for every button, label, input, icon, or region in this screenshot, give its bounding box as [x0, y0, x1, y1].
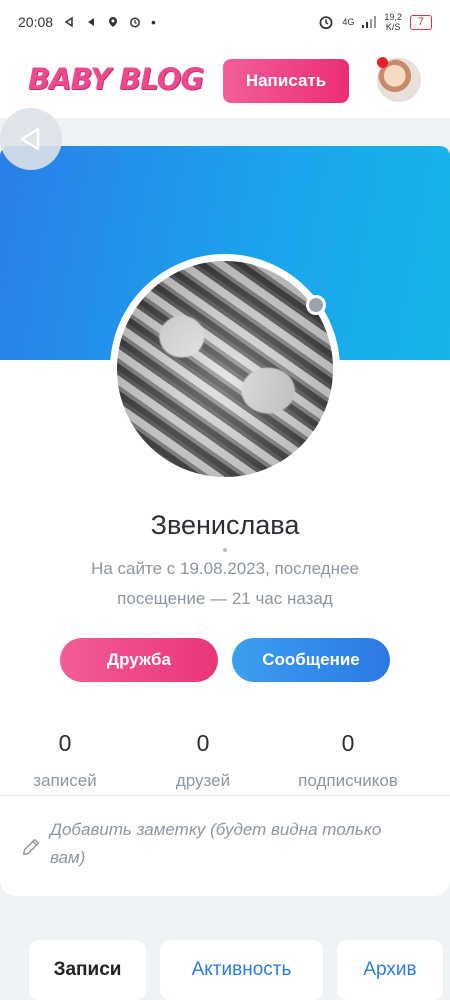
clock: 20:08: [18, 14, 54, 30]
tab-posts[interactable]: Записи: [29, 940, 146, 1000]
navigation-back-icon: [64, 16, 73, 28]
add-note-field[interactable]: Добавить заметку (будет видна только вам…: [20, 816, 420, 872]
stat-value: 0: [196, 730, 210, 756]
stat-friends[interactable]: 0 друзей: [133, 730, 273, 791]
site-logo[interactable]: BABY BLOG: [28, 62, 204, 96]
online-status-indicator: [306, 295, 326, 315]
back-triangle-icon: [20, 127, 40, 151]
battery-indicator: 7: [409, 14, 432, 30]
stat-posts[interactable]: 0 записей: [0, 730, 135, 791]
message-button[interactable]: Сообщение: [232, 638, 390, 682]
separator-dot: [223, 548, 227, 552]
play-icon: [88, 18, 95, 26]
profile-avatar[interactable]: [110, 254, 340, 484]
alarm-icon: [319, 16, 333, 30]
last-seen-text: На сайте с 19.08.2023, последнее посещен…: [91, 559, 359, 608]
network-speed: 19,2 K/S: [384, 12, 402, 32]
write-button[interactable]: Написать: [223, 59, 349, 103]
stat-value: 0: [341, 730, 355, 756]
stat-followers[interactable]: 0 подписчиков: [278, 730, 418, 791]
divider: [0, 795, 450, 796]
tab-archive[interactable]: Архив: [337, 940, 443, 1000]
stat-label: подписчиков: [298, 771, 398, 790]
stat-label: друзей: [175, 771, 231, 790]
back-button[interactable]: [0, 108, 62, 170]
add-note-placeholder: Добавить заметку (будет видна только вам…: [50, 820, 382, 867]
pencil-icon: [22, 838, 40, 856]
status-bar: 20:08 • 4G 19,2 K/S 7: [0, 0, 450, 44]
site-header: BABY BLOG Написать: [0, 44, 450, 118]
more-notifications-dot: •: [151, 14, 156, 30]
tab-activity[interactable]: Активность: [160, 940, 323, 1000]
profile-card: Звенислава На сайте с 19.08.2023, послед…: [0, 146, 450, 896]
profile-name: Звенислава: [150, 510, 300, 540]
network-type: 4G: [342, 17, 355, 27]
stat-label: записей: [33, 771, 97, 790]
alarm-icon: [130, 17, 140, 28]
stat-value: 0: [58, 730, 72, 756]
signal-icon: [362, 16, 377, 28]
notification-badge: [377, 57, 388, 68]
location-icon: [109, 17, 118, 27]
friendship-button[interactable]: Дружба: [60, 638, 218, 682]
